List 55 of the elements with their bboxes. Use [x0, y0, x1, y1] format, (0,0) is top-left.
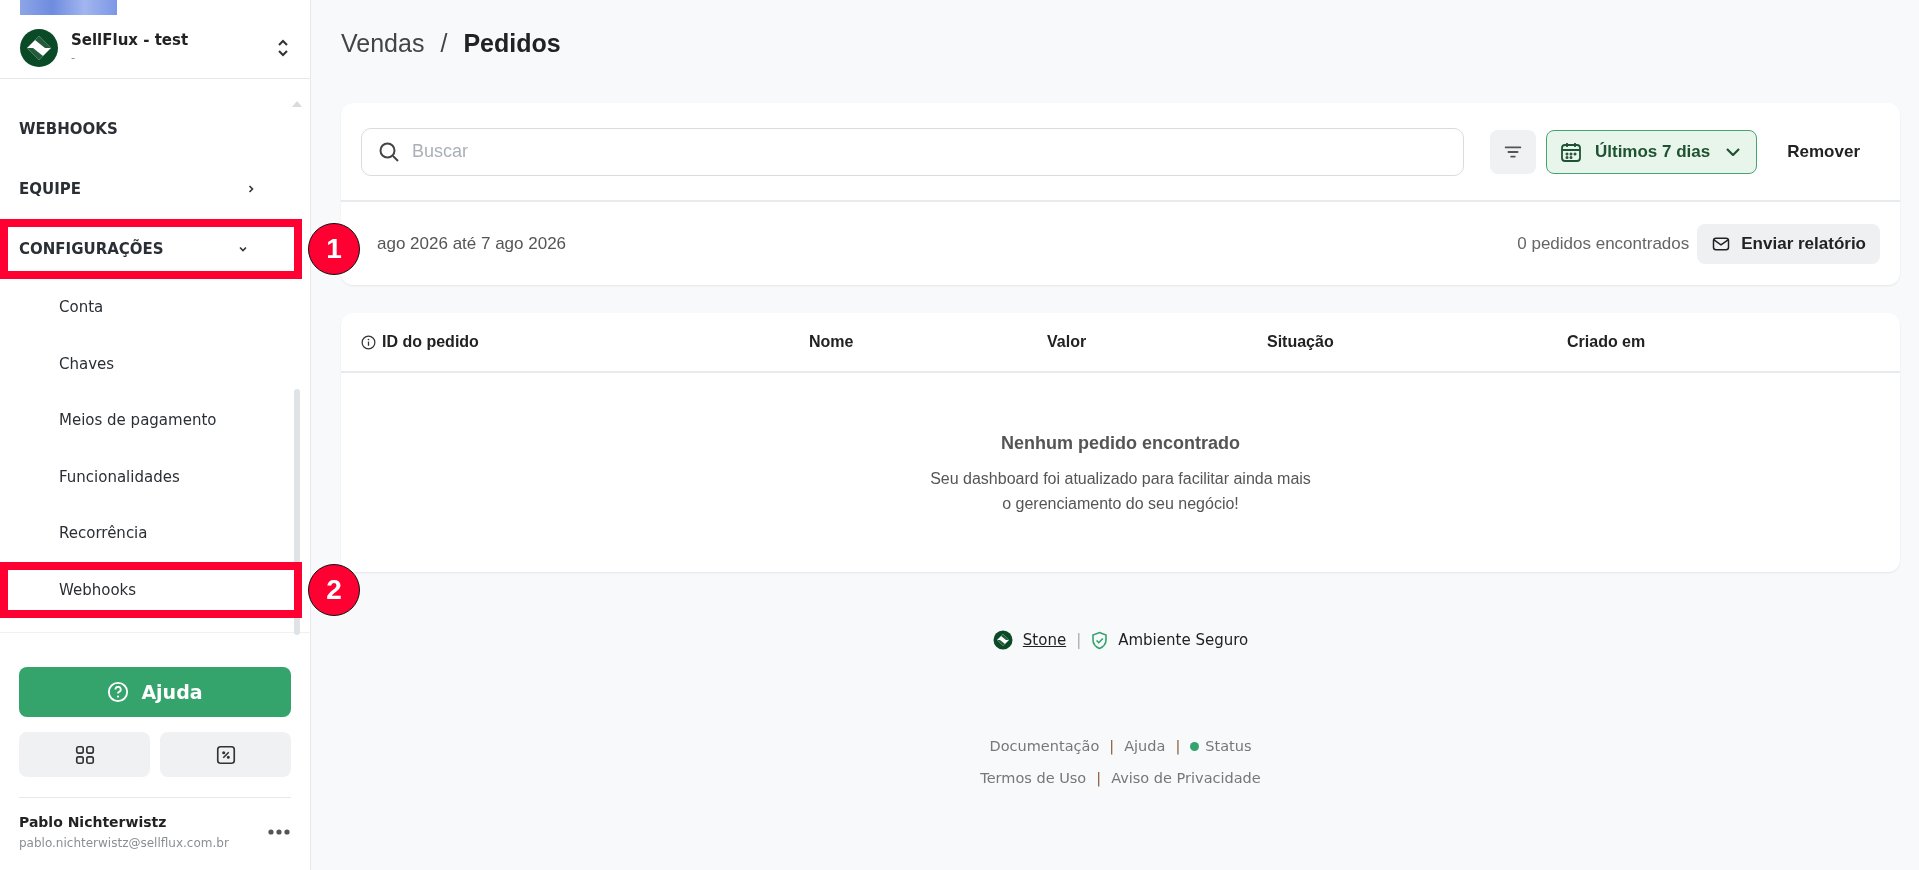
- chevron-down-icon: [1726, 147, 1741, 156]
- empty-state-text: o gerenciamento do seu negócio!: [1002, 494, 1239, 514]
- status-link[interactable]: Status: [1205, 738, 1252, 754]
- nav-item[interactable]: EQUIPE: [19, 180, 245, 198]
- nav-item[interactable]: Chaves: [59, 354, 291, 373]
- help-icon: [107, 681, 130, 703]
- results-count: 0 pedidos encontrados: [1517, 233, 1690, 254]
- filter-button[interactable]: [1489, 129, 1536, 174]
- remove-button[interactable]: Remover: [1767, 141, 1880, 162]
- column-header: Valor: [1047, 333, 1087, 351]
- date-range: ago 2026 até 7 ago 2026: [377, 233, 568, 254]
- empty-state-text: Seu dashboard foi atualizado para facilitar ainda mais: [930, 469, 1311, 489]
- secure-label: Ambiente Seguro: [1118, 631, 1249, 649]
- column-header: ID do pedido: [382, 333, 479, 351]
- breadcrumb-item: Pedidos: [463, 28, 561, 58]
- user-email: pablo.nichterwistz@sellflux.com.br: [19, 836, 230, 850]
- percent-icon: [214, 743, 237, 766]
- search-field[interactable]: Buscar: [361, 127, 1464, 176]
- column-header: Nome: [809, 333, 854, 351]
- send-report-button[interactable]: Enviar relatório: [1697, 223, 1880, 264]
- account-subtitle: -: [71, 51, 77, 65]
- period-dropdown[interactable]: Últimos 7 dias: [1545, 129, 1758, 174]
- account-name: SellFlux - test: [71, 31, 190, 49]
- grid-icon: [73, 743, 96, 766]
- discount-button[interactable]: [160, 732, 291, 777]
- more-options-icon[interactable]: [267, 828, 291, 836]
- scrollbar[interactable]: [294, 389, 300, 635]
- footer-separator: |: [1175, 738, 1181, 754]
- nav-item[interactable]: Conta: [59, 298, 291, 317]
- company-logo: [19, 28, 59, 68]
- breadcrumb-item[interactable]: Vendas: [341, 28, 425, 58]
- column-header: Situação: [1267, 333, 1334, 351]
- empty-state-title: Nenhum pedido encontrado: [1001, 433, 1240, 454]
- nav-item[interactable]: Meios de pagamento: [59, 411, 291, 430]
- nav-item[interactable]: CONFIGURAÇÕES: [19, 240, 237, 258]
- nav-item[interactable]: Funcionalidades: [59, 467, 291, 486]
- user-name: Pablo Nichterwistz: [19, 814, 168, 830]
- footer-link[interactable]: Aviso de Privacidade: [1111, 770, 1261, 786]
- brand-link[interactable]: Stone: [1022, 631, 1067, 649]
- breadcrumb-separator: /: [440, 28, 448, 58]
- footer-separator: |: [1096, 770, 1102, 786]
- status-dot: [1190, 741, 1200, 751]
- nav-item[interactable]: Recorrência: [59, 524, 291, 543]
- shield-check-icon: [1091, 630, 1109, 650]
- footer-link[interactable]: Termos de Uso: [980, 770, 1087, 786]
- footer-link[interactable]: Documentação: [989, 738, 1100, 754]
- footer-link[interactable]: Ajuda: [1124, 738, 1166, 754]
- switch-account-icon[interactable]: [276, 37, 290, 59]
- apps-grid-button[interactable]: [19, 732, 150, 777]
- nav-item[interactable]: WEBHOOKS: [19, 120, 291, 138]
- brand-logo: [992, 630, 1013, 650]
- column-header: Criado em: [1567, 333, 1646, 351]
- nav-item[interactable]: Webhooks: [59, 580, 283, 599]
- footer-separator: |: [1109, 738, 1115, 754]
- footer-separator: |: [1076, 631, 1082, 649]
